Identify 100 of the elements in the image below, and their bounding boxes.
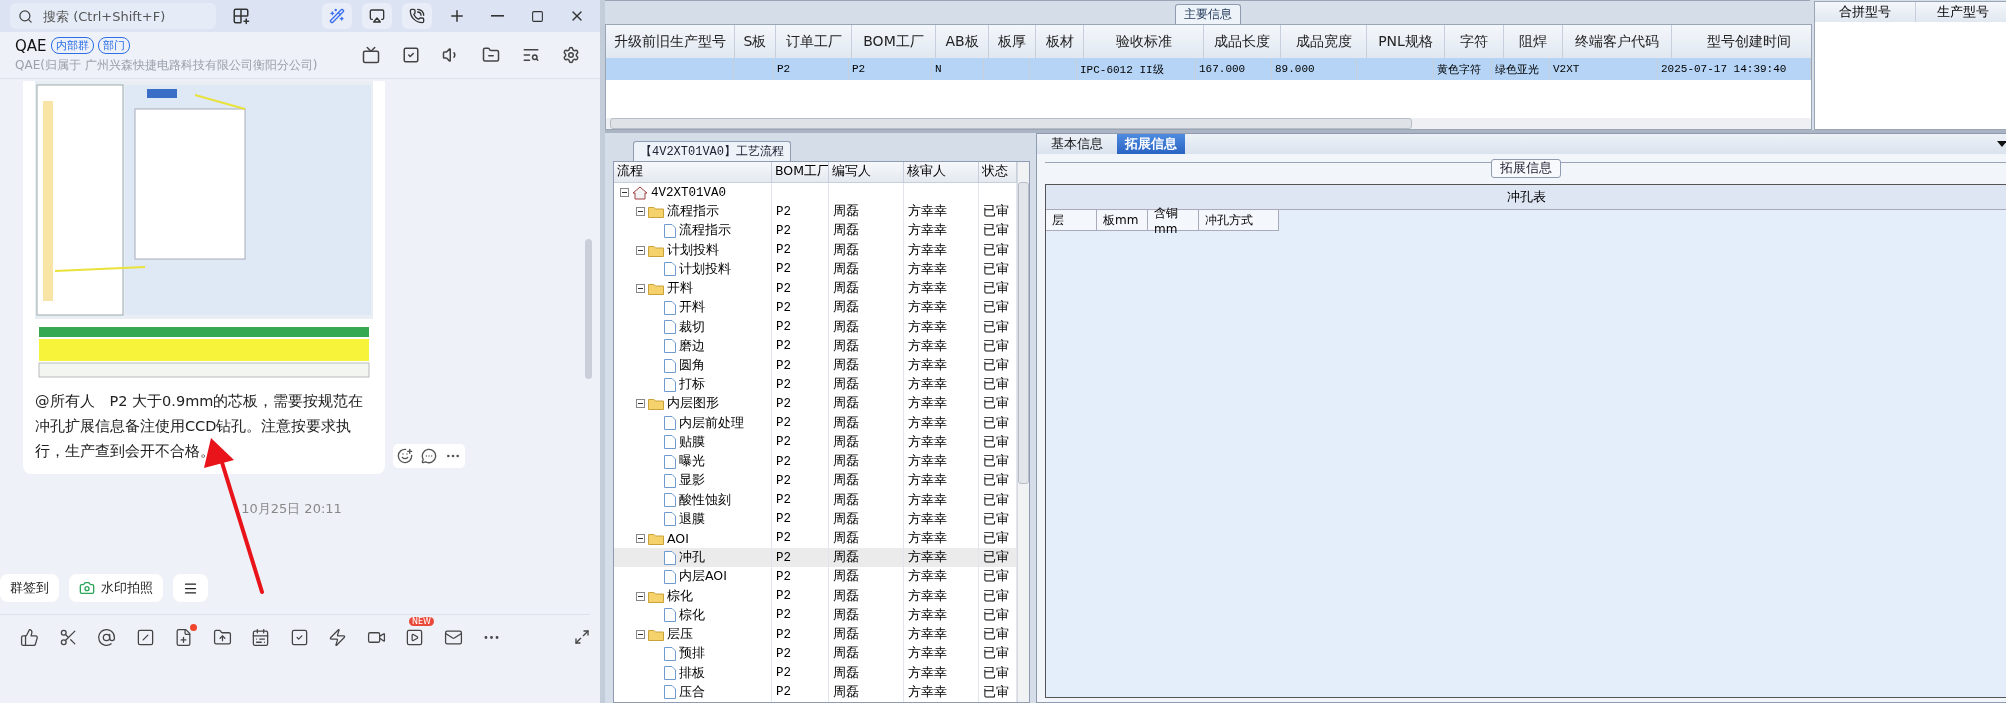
screen-cast-button[interactable] — [362, 3, 392, 29]
table-cell: 方幸幸 — [908, 222, 947, 240]
group-tag: 内部群 — [50, 37, 94, 54]
table-cell: 已审 — [983, 568, 1009, 586]
folder-icon — [648, 531, 664, 545]
expand-icon[interactable] — [574, 629, 590, 645]
table-cell: 周磊 — [833, 395, 859, 413]
tab[interactable]: 基本信息 — [1043, 134, 1111, 154]
magic-wand-button[interactable] — [322, 3, 352, 29]
search-field[interactable]: 搜索 (Ctrl+Shift+F) — [41, 7, 195, 25]
maximize-icon — [530, 9, 544, 23]
table-cell: 周磊 — [833, 472, 859, 490]
table-cell: P2 — [776, 473, 791, 488]
table-cell: 周磊 — [833, 337, 859, 355]
table-cell: 已审 — [983, 683, 1009, 701]
table-cell: P2 — [776, 377, 791, 392]
collapse-icon[interactable] — [636, 245, 645, 255]
table-cell: 方幸幸 — [908, 472, 947, 490]
table-cell: P2 — [776, 589, 791, 604]
table-cell: P2 — [776, 493, 791, 508]
table-cell: 方幸幸 — [908, 241, 947, 259]
table-cell: 周磊 — [833, 664, 859, 682]
table-cell: 周磊 — [833, 260, 859, 278]
column-header: 核审人 — [904, 162, 979, 182]
checkbox-icon[interactable] — [402, 46, 420, 64]
table-row[interactable]: P2 P2 N IPC-6012 II级 167.000 89.000 黄色字符 绿色亚光 V2XT 2025-07-17 14:39:40 — [606, 58, 1811, 80]
table-cell: 方幸幸 — [908, 318, 947, 336]
table-cell: 已审 — [983, 357, 1009, 374]
tree-label: 内层图形 — [667, 395, 719, 413]
group-subtitle: QAE(归属于 广州兴森快捷电路科技有限公司衡阳分公司) — [15, 56, 319, 74]
collapse-icon[interactable] — [636, 630, 645, 640]
tree-label: 排板 — [679, 664, 705, 682]
group-tag: 部门 — [97, 37, 130, 54]
table-cell: 方幸幸 — [908, 606, 947, 624]
table-cell: 方幸幸 — [908, 510, 947, 528]
collapse-icon[interactable] — [636, 533, 645, 543]
file-plus-icon[interactable] — [174, 627, 193, 647]
table-cell: P2 — [776, 300, 791, 315]
document-icon — [664, 473, 676, 488]
table-cell: 已审 — [983, 376, 1009, 394]
tree-label: 开料 — [679, 299, 705, 317]
section-title: 拓展信息 — [1491, 159, 1561, 178]
table-cell: P2 — [776, 396, 791, 411]
tree-row[interactable]: 冲孔 P2 周磊 方幸幸 已审 — [614, 548, 1017, 568]
scissors-icon[interactable] — [58, 627, 78, 647]
tv-icon[interactable] — [362, 46, 380, 64]
dropdown-arrow-icon[interactable] — [1997, 141, 2006, 147]
table-cell: 周磊 — [833, 683, 859, 701]
table-cell: 周磊 — [833, 357, 859, 374]
lightning-icon[interactable] — [328, 627, 347, 647]
table-cell: 周磊 — [833, 529, 859, 547]
search-box[interactable]: 搜索 (Ctrl+Shift+F) — [10, 3, 216, 29]
scrollbar[interactable] — [585, 239, 592, 379]
table-cell: 方幸幸 — [908, 337, 947, 355]
scrollbar[interactable] — [1018, 182, 1029, 484]
table-cell: P2 — [776, 512, 791, 527]
collapse-icon[interactable] — [620, 188, 629, 198]
checkbox-icon[interactable] — [289, 627, 309, 647]
table-cell: 已审 — [983, 587, 1009, 605]
table-cell: 方幸幸 — [908, 645, 947, 663]
at-sign-icon[interactable] — [97, 627, 116, 647]
table-cell: IPC-6012 II级 — [1077, 58, 1196, 80]
table-cell: 周磊 — [833, 587, 859, 605]
collapse-icon[interactable] — [636, 284, 645, 294]
table-cell: 167.000 — [1196, 58, 1272, 80]
plus-icon — [448, 7, 466, 25]
folder-icon[interactable] — [482, 46, 500, 64]
document-icon — [664, 223, 676, 238]
collapse-icon[interactable] — [636, 207, 645, 217]
table-cell: 周磊 — [833, 376, 859, 394]
tree-label: 裁切 — [679, 318, 705, 336]
settings-icon[interactable] — [562, 46, 580, 64]
table-cell: P2 — [776, 646, 791, 661]
folder-icon — [648, 397, 664, 411]
slash-icon[interactable] — [135, 627, 155, 647]
table-cell: 方幸幸 — [908, 626, 947, 644]
quick-action-button[interactable]: 群签到 — [0, 574, 59, 602]
table-cell: P2 — [776, 435, 791, 450]
scrollbar[interactable] — [610, 118, 1412, 129]
table-cell: 已审 — [983, 510, 1009, 528]
search-list-icon[interactable] — [522, 46, 540, 64]
panel-title: 【4V2XT01VA0】工艺流程 — [633, 141, 791, 161]
folder-icon — [648, 589, 664, 603]
collapse-icon[interactable] — [636, 399, 645, 409]
phone-button[interactable] — [402, 3, 432, 29]
tab[interactable]: 拓展信息 — [1117, 134, 1185, 154]
table-cell: P2 — [776, 262, 791, 277]
table-cell: P2 — [776, 223, 791, 238]
table-cell: 周磊 — [833, 299, 859, 317]
table-cell: N — [932, 58, 984, 80]
tree-label: 内层前处理 — [679, 414, 744, 432]
tree-label: 流程指示 — [667, 203, 719, 221]
menu-button[interactable] — [173, 574, 208, 602]
thumbs-up-icon[interactable] — [20, 627, 39, 647]
upload-icon[interactable] — [212, 627, 232, 647]
collapse-icon[interactable] — [636, 591, 645, 601]
calendar-icon[interactable] — [251, 627, 270, 647]
house-icon — [632, 185, 648, 200]
play-icon[interactable] — [405, 627, 424, 647]
quick-action-button[interactable]: 水印拍照 — [69, 574, 163, 602]
